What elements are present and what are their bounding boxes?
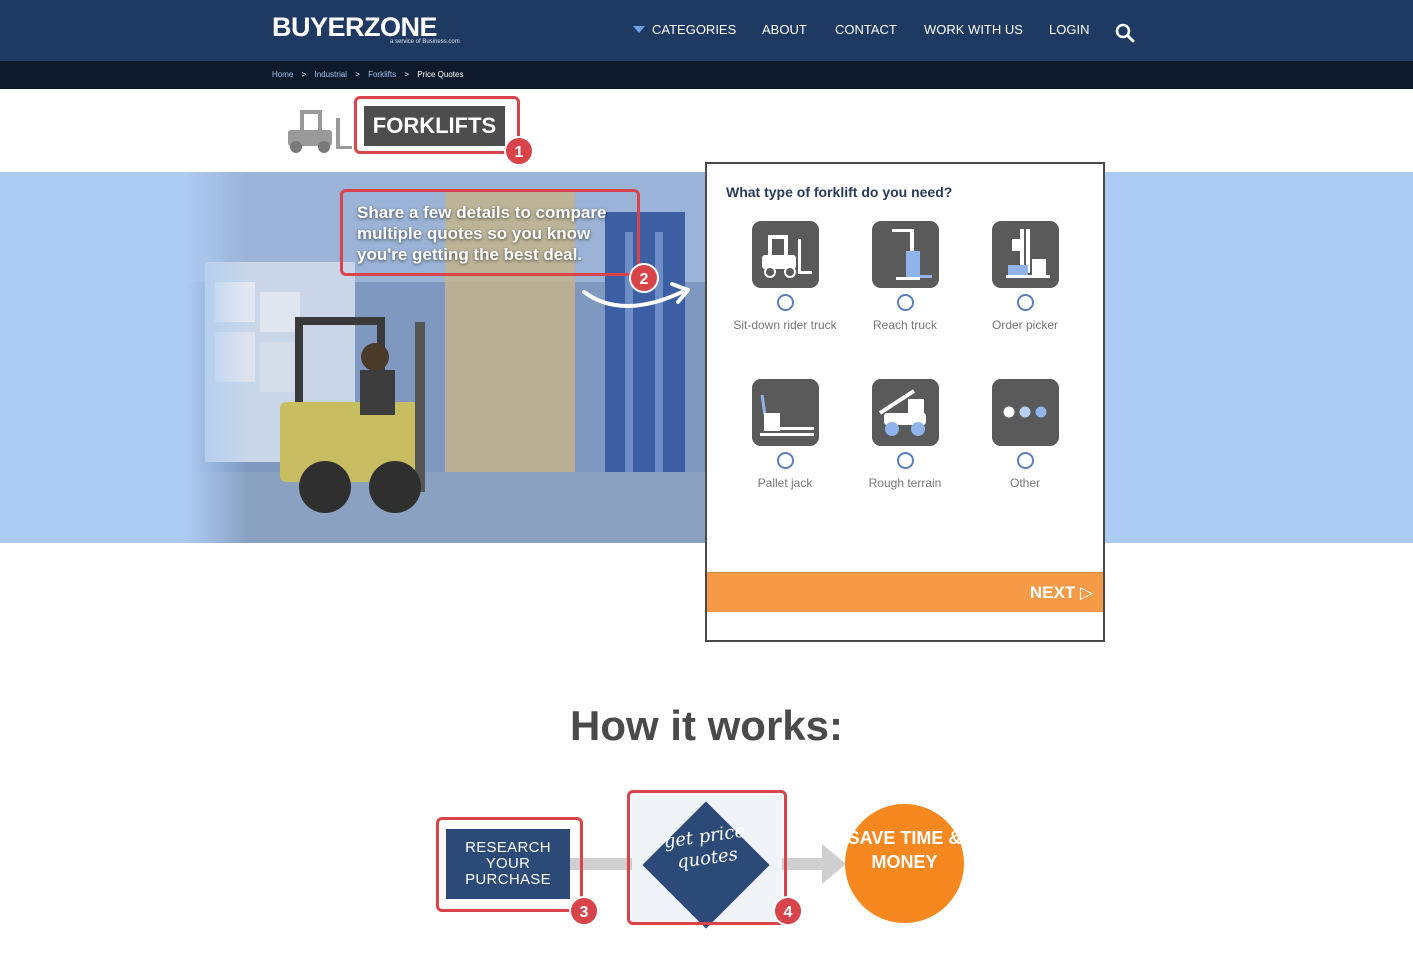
radio-reach-truck[interactable]: [896, 294, 914, 311]
radio-other[interactable]: [1016, 452, 1034, 469]
radio-pallet-jack[interactable]: [776, 452, 794, 469]
logo-subtitle: a service of Business.com: [390, 39, 460, 45]
option-other[interactable]: Other: [965, 379, 1085, 490]
top-navigation-bar: BUYERZONE a service of Business.com CATE…: [0, 0, 1413, 61]
next-button[interactable]: NEXT ▷: [1030, 583, 1093, 603]
breadcrumb-bar: Home > Industrial > Forklifts > Price Qu…: [0, 61, 1413, 89]
more-dots-icon: [991, 379, 1059, 446]
breadcrumb: Home > Industrial > Forklifts > Price Qu…: [272, 70, 469, 79]
rough-terrain-icon: [871, 379, 939, 446]
option-label: Order picker: [991, 318, 1059, 332]
breadcrumb-industrial[interactable]: Industrial: [314, 70, 346, 79]
nav-login[interactable]: LOGIN: [1049, 22, 1089, 37]
nav-about[interactable]: ABOUT: [762, 22, 807, 37]
option-label: Pallet jack: [757, 476, 813, 490]
annotation-marker-4: 4: [773, 896, 803, 926]
nav-categories[interactable]: CATEGORIES: [633, 22, 736, 37]
option-label: Rough terrain: [868, 476, 942, 490]
annotation-box-4: [627, 790, 787, 925]
breadcrumb-forklifts[interactable]: Forklifts: [368, 70, 396, 79]
buyerzone-logo[interactable]: BUYERZONE a service of Business.com: [272, 12, 460, 45]
breadcrumb-current: Price Quotes: [417, 70, 464, 79]
pallet-jack-icon: [751, 379, 819, 446]
flow-arrow-icon: [822, 844, 846, 884]
step-save-time-money: SAVE TIME & MONEY: [845, 804, 964, 923]
logo-text: BUYERZONE: [272, 12, 438, 42]
next-bar: NEXT ▷: [707, 572, 1103, 612]
annotation-marker-1: 1: [504, 136, 534, 166]
caret-down-icon: [633, 26, 645, 33]
search-icon[interactable]: [1115, 23, 1135, 43]
nav-work-with-us[interactable]: WORK WITH US: [924, 22, 1023, 37]
nav-categories-label: CATEGORIES: [652, 22, 737, 37]
option-sit-down-rider-truck[interactable]: Sit-down rider truck: [725, 221, 845, 332]
annotation-box-3: [436, 817, 583, 912]
option-label: Reach truck: [872, 318, 938, 332]
order-picker-icon: [991, 221, 1059, 288]
breadcrumb-home[interactable]: Home: [272, 70, 293, 79]
annotation-box-1: [354, 96, 520, 154]
how-it-works-title: How it works:: [569, 702, 844, 749]
option-pallet-jack[interactable]: Pallet jack: [725, 379, 845, 490]
annotation-marker-3: 3: [569, 896, 599, 926]
breadcrumb-separator: >: [404, 70, 409, 79]
radio-rough-terrain[interactable]: [896, 452, 914, 469]
option-label: Other: [1009, 476, 1040, 490]
breadcrumb-separator: >: [301, 70, 307, 79]
form-question: What type of forklift do you need?: [726, 184, 953, 200]
annotation-box-2: [340, 189, 640, 276]
reach-truck-icon: [871, 221, 939, 288]
radio-sit-down-rider-truck[interactable]: [776, 294, 794, 311]
curved-arrow-icon: [582, 282, 690, 308]
forklift-type-form: What type of forklift do you need? Sit-d…: [705, 162, 1105, 642]
nav-contact[interactable]: CONTACT: [835, 22, 897, 37]
breadcrumb-separator: >: [355, 70, 360, 79]
forklift-category-icon: [288, 110, 352, 153]
radio-order-picker[interactable]: [1016, 294, 1034, 311]
option-order-picker[interactable]: Order picker: [965, 221, 1085, 332]
option-reach-truck[interactable]: Reach truck: [845, 221, 965, 332]
page: { "header": { "logo_text": "BUYERZONE", …: [0, 0, 1413, 971]
sit-down-forklift-icon: [751, 221, 819, 288]
option-rough-terrain[interactable]: Rough terrain: [845, 379, 965, 490]
option-label: Sit-down rider truck: [733, 318, 837, 332]
